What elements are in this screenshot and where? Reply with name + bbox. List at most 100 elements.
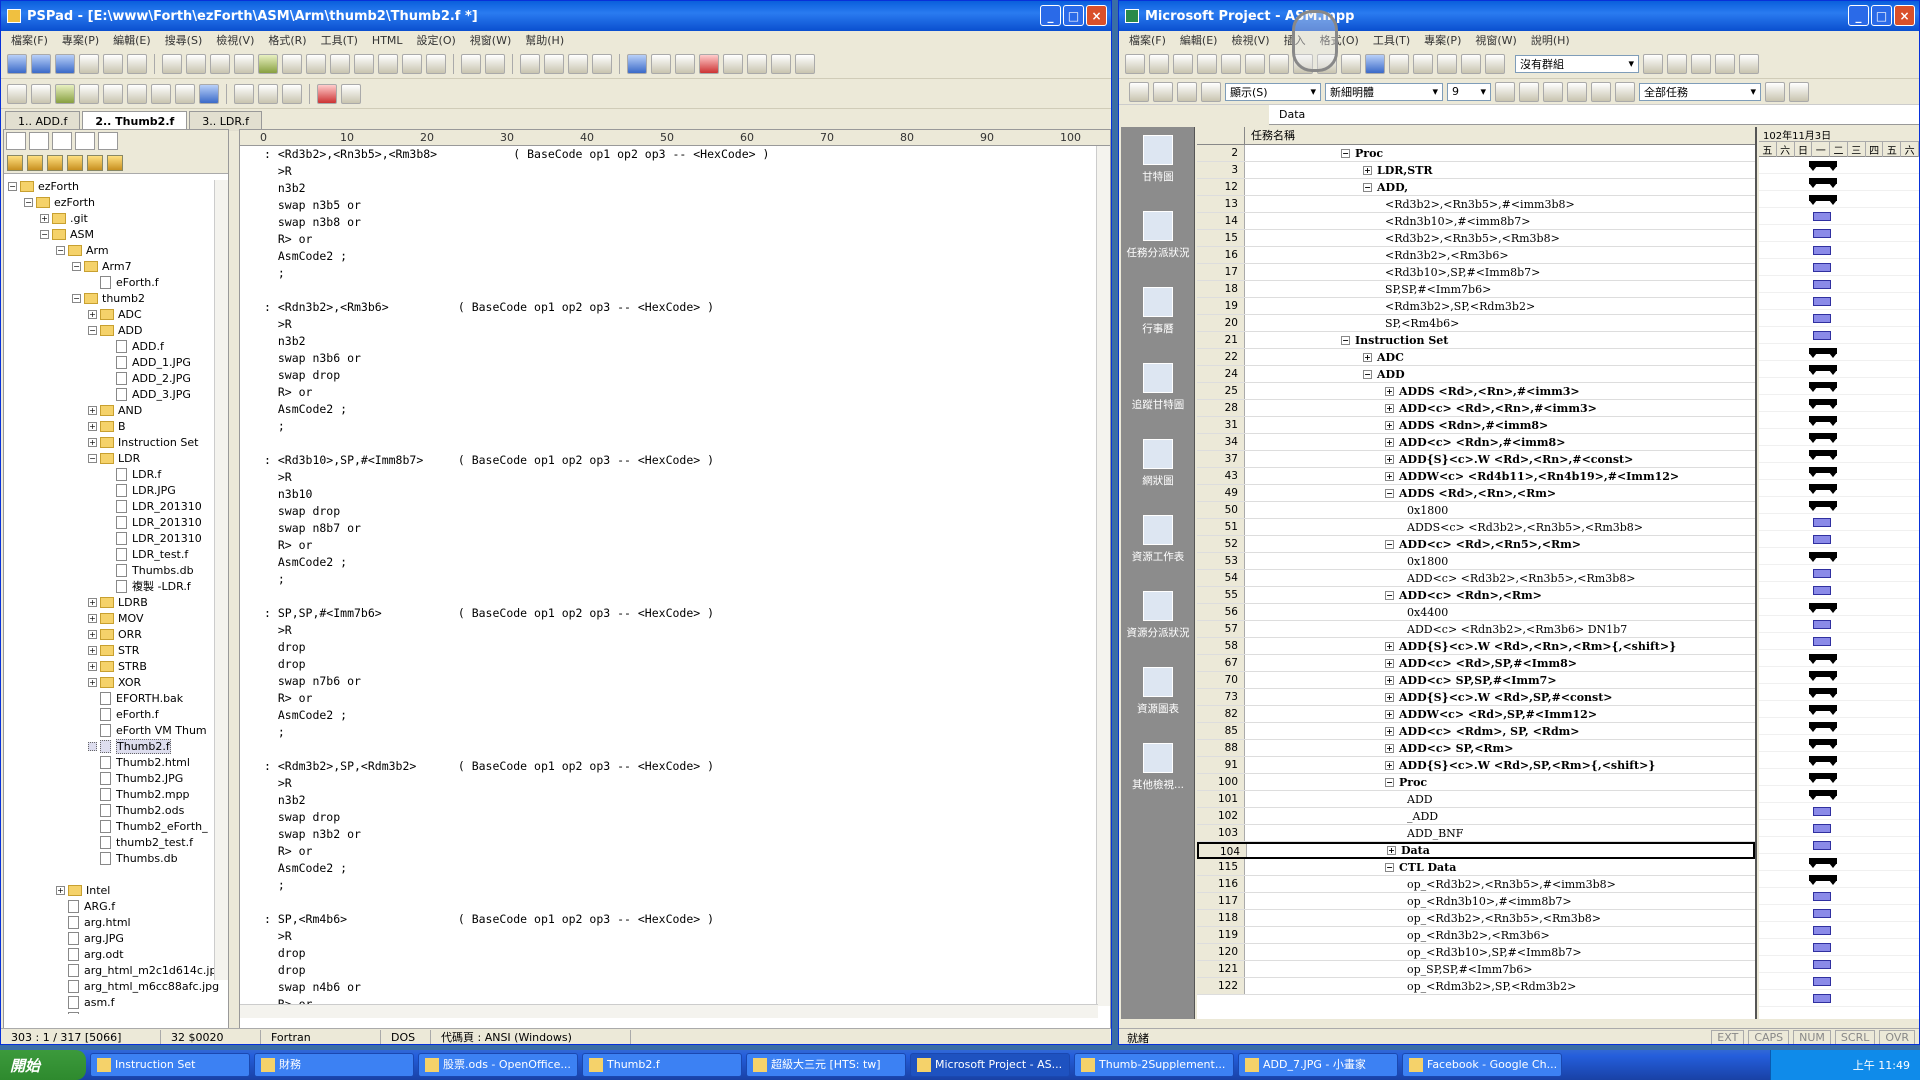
collapse-icon[interactable]: − bbox=[1385, 590, 1394, 600]
tree-item[interactable]: ADD_2.JPG bbox=[4, 370, 228, 386]
task-name-cell[interactable]: op_SP,SP,#<Imm7b6> bbox=[1245, 961, 1755, 977]
summary-bar[interactable] bbox=[1809, 365, 1837, 375]
menu-window[interactable]: 視窗(W) bbox=[464, 32, 517, 48]
tree-item[interactable]: Thumb2_eForth_ bbox=[4, 818, 228, 834]
summary-bar[interactable] bbox=[1809, 790, 1837, 800]
tree-item[interactable]: + B bbox=[4, 418, 228, 434]
task-name-cell[interactable]: + ADD{S}<c>.W <Rd>,SP,#<const> bbox=[1245, 689, 1755, 705]
tree-item[interactable]: asm.f bbox=[4, 994, 228, 1010]
summary-bar[interactable] bbox=[1809, 416, 1837, 426]
task-row[interactable]: 115− CTL Data bbox=[1197, 859, 1755, 876]
taskbar-button[interactable]: Thumb-2Supplement... bbox=[1074, 1053, 1234, 1077]
wrap-icon[interactable] bbox=[627, 53, 647, 74]
expand-icon[interactable]: + bbox=[1363, 352, 1372, 362]
help-icon[interactable] bbox=[1739, 53, 1759, 74]
task-row[interactable]: 14 <Rdn3b10>,#<imm8b7> bbox=[1197, 213, 1755, 230]
task-row[interactable]: 55− ADD<c> <Rdn>,<Rm> bbox=[1197, 587, 1755, 604]
expand-toggle-icon[interactable]: + bbox=[88, 677, 97, 687]
expand-icon[interactable]: + bbox=[1385, 454, 1394, 464]
tree-item[interactable]: − Arm7 bbox=[4, 258, 228, 274]
table-icon[interactable] bbox=[79, 83, 99, 104]
expand-icon[interactable]: + bbox=[1385, 709, 1394, 719]
task-row[interactable]: 3 + LDR,STR bbox=[1197, 162, 1755, 179]
task-name-cell[interactable]: SP,<Rm4b6> bbox=[1245, 315, 1755, 331]
msp-menu-edit[interactable]: 編輯(E) bbox=[1174, 32, 1224, 48]
ftp-tab-icon[interactable] bbox=[52, 132, 72, 150]
add-folder-icon[interactable] bbox=[27, 155, 43, 171]
task-bar[interactable] bbox=[1813, 586, 1831, 595]
copy-picture-icon[interactable] bbox=[1715, 53, 1735, 74]
binoculars-icon[interactable] bbox=[341, 83, 361, 104]
bold-icon[interactable] bbox=[1495, 81, 1515, 102]
msp-undo-icon[interactable] bbox=[1341, 53, 1361, 74]
task-name-cell[interactable]: + ADD{S}<c>.W <Rd>,<Rn>,<Rm>{,<shift>} bbox=[1245, 638, 1755, 654]
tree-item[interactable]: LDR_test.f bbox=[4, 546, 228, 562]
task-name-cell[interactable]: op_<Rd3b10>,SP,#<Imm8b7> bbox=[1245, 944, 1755, 960]
file-tree[interactable]: − ezForth − ezForth + .git − ASM − Arm − Arm7 eForth… bbox=[4, 174, 228, 1014]
summary-bar[interactable] bbox=[1809, 858, 1837, 868]
collapse-icon[interactable]: − bbox=[1363, 182, 1372, 192]
tree-item[interactable]: + STRB bbox=[4, 658, 228, 674]
expand-toggle-icon[interactable]: − bbox=[72, 261, 81, 271]
font-combo[interactable]: 新細明體 ▾ bbox=[1325, 82, 1443, 101]
task-row[interactable]: 16 <Rdn3b2>,<Rm3b6> bbox=[1197, 247, 1755, 264]
minimize-button[interactable]: _ bbox=[1040, 5, 1061, 26]
msp-titlebar[interactable]: Microsoft Project - ASM.mpp _ □ × bbox=[1119, 1, 1919, 31]
tree-item[interactable]: Thumbs.db bbox=[4, 850, 228, 866]
task-name-cell[interactable]: op_<Rdn3b10>,#<imm8b7> bbox=[1245, 893, 1755, 909]
summary-bar[interactable] bbox=[1809, 178, 1837, 188]
tree-item[interactable]: LDR.JPG bbox=[4, 482, 228, 498]
task-row[interactable]: 25 + ADDS <Rd>,<Rn>,#<imm3> bbox=[1197, 383, 1755, 400]
open-files-tab-icon[interactable] bbox=[98, 132, 118, 150]
summary-bar[interactable] bbox=[1809, 722, 1837, 732]
expand-toggle-icon[interactable]: + bbox=[88, 629, 97, 639]
task-name-cell[interactable]: op_<Rdn3b2>,<Rm3b6> bbox=[1245, 927, 1755, 943]
msp-print-icon[interactable] bbox=[1197, 53, 1217, 74]
tree-item[interactable]: Thumb2.mpp bbox=[4, 786, 228, 802]
task-name-cell[interactable]: + LDR,STR bbox=[1245, 162, 1755, 178]
task-row[interactable]: 31 + ADDS <Rdn>,#<imm8> bbox=[1197, 417, 1755, 434]
task-name-cell[interactable]: <Rdn3b2>,<Rm3b6> bbox=[1245, 247, 1755, 263]
expand-toggle-icon[interactable]: + bbox=[88, 405, 97, 415]
task-row[interactable]: 52− ADD<c> <Rd>,<Rn5>,<Rm> bbox=[1197, 536, 1755, 553]
tree-item[interactable]: Thumb2.JPG bbox=[4, 770, 228, 786]
summary-bar[interactable] bbox=[1809, 484, 1837, 494]
msp-link-icon[interactable] bbox=[1389, 53, 1409, 74]
tree-item[interactable]: − LDR bbox=[4, 450, 228, 466]
expand-icon[interactable]: + bbox=[1387, 846, 1396, 855]
settings-icon[interactable] bbox=[79, 53, 99, 74]
paste-icon[interactable] bbox=[568, 53, 588, 74]
copy-icon[interactable] bbox=[544, 53, 564, 74]
expand-icon[interactable]: + bbox=[1385, 692, 1394, 702]
view-bar-item[interactable]: 資源分派狀況 bbox=[1121, 583, 1195, 659]
align-center-icon[interactable] bbox=[1591, 81, 1611, 102]
msp-close-button[interactable]: × bbox=[1894, 5, 1915, 26]
msp-preview-icon[interactable] bbox=[1221, 53, 1241, 74]
expand-toggle-icon[interactable]: − bbox=[88, 453, 97, 463]
task-name-cell[interactable]: <Rdn3b10>,#<imm8b7> bbox=[1245, 213, 1755, 229]
taskbar-button[interactable]: Facebook - Google Ch... bbox=[1402, 1053, 1562, 1077]
tab-add[interactable]: 1.. ADD.f bbox=[5, 111, 81, 131]
pilcrow-icon[interactable] bbox=[651, 53, 671, 74]
task-row[interactable]: 118 op_<Rd3b2>,<Rn3b5>,<Rm3b8> bbox=[1197, 910, 1755, 927]
close-button[interactable]: × bbox=[1086, 5, 1107, 26]
align-right-icon[interactable] bbox=[1615, 81, 1635, 102]
expand-icon[interactable]: + bbox=[1385, 437, 1394, 447]
menu-edit[interactable]: 編輯(E) bbox=[107, 32, 157, 48]
expand-toggle-icon[interactable]: − bbox=[40, 229, 49, 239]
task-name-cell[interactable]: + ADC bbox=[1245, 349, 1755, 365]
tree-item[interactable]: − ASM bbox=[4, 226, 228, 242]
task-name-cell[interactable]: − ADD<c> <Rd>,<Rn5>,<Rm> bbox=[1245, 536, 1755, 552]
task-row[interactable]: 54 ADD<c> <Rd3b2>,<Rn3b5>,<Rm3b8> bbox=[1197, 570, 1755, 587]
preview-icon[interactable] bbox=[402, 53, 422, 74]
task-row[interactable]: 102 _ADD bbox=[1197, 808, 1755, 825]
task-name-cell[interactable]: op_<Rdm3b2>,SP,<Rdm3b2> bbox=[1245, 978, 1755, 994]
expand-icon[interactable]: + bbox=[1385, 471, 1394, 481]
plus-icon[interactable] bbox=[1177, 81, 1197, 102]
expand-icon[interactable]: + bbox=[1385, 743, 1394, 753]
task-name-cell[interactable]: − ADD<c> <Rdn>,<Rm> bbox=[1245, 587, 1755, 603]
task-row[interactable]: 28 + ADD<c> <Rd>,<Rn>,#<imm3> bbox=[1197, 400, 1755, 417]
task-name-cell[interactable]: − ADD, bbox=[1245, 179, 1755, 195]
task-row[interactable]: 101 ADD bbox=[1197, 791, 1755, 808]
task-bar[interactable] bbox=[1813, 960, 1831, 969]
